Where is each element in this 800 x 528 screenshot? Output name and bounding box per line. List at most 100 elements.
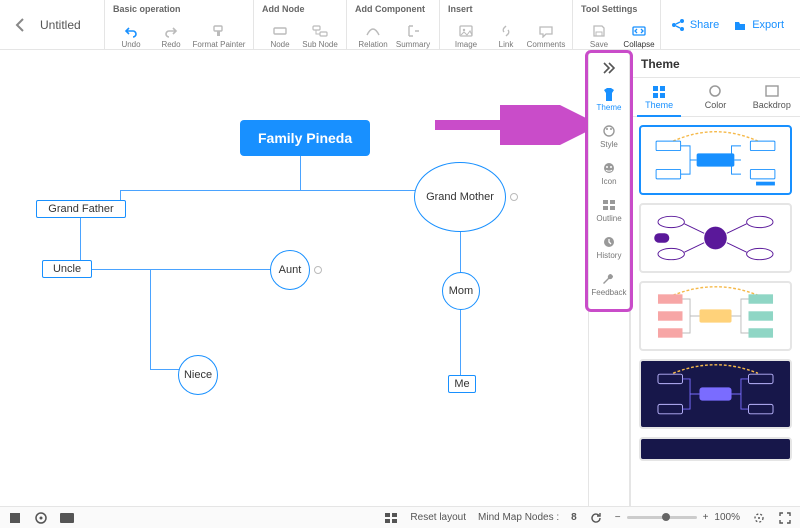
group-title: Basic operation	[111, 2, 247, 17]
undo-button[interactable]: Undo	[111, 17, 151, 49]
group-title: Insert	[446, 2, 566, 17]
node-aunt[interactable]: Aunt	[270, 250, 310, 290]
rail-feedback[interactable]: Feedback	[589, 267, 629, 302]
node-icon	[272, 24, 288, 38]
node-mom[interactable]: Mom	[442, 272, 480, 310]
theme-card-5[interactable]	[639, 437, 792, 461]
zoom-slider[interactable]	[627, 516, 697, 519]
nodes-count: 8	[571, 512, 577, 523]
save-icon	[591, 24, 607, 38]
tab-theme[interactable]: Theme	[631, 78, 687, 116]
theme-card-1[interactable]	[639, 125, 792, 195]
status-icon-1[interactable]	[8, 511, 22, 525]
sidebar-title: Theme	[641, 57, 680, 71]
palette-icon	[601, 124, 617, 138]
undo-icon	[123, 24, 139, 38]
fit-screen-icon[interactable]	[752, 511, 766, 525]
group-title: Add Component	[353, 2, 433, 17]
zoom-out-button[interactable]: −	[615, 512, 621, 523]
insert-comments-button[interactable]: Comments	[526, 17, 566, 49]
refresh-icon[interactable]	[589, 511, 603, 525]
clock-icon	[601, 235, 617, 249]
theme-sidebar: Theme Theme Color Backdrop	[630, 50, 800, 506]
connector	[80, 269, 290, 270]
main-area: Family Pineda Grand Father Grand Mother …	[0, 50, 800, 506]
rail-theme[interactable]: Theme	[589, 82, 629, 117]
rail-collapse-button[interactable]	[589, 56, 629, 80]
relation-icon	[365, 24, 381, 38]
group-title: Tool Settings	[579, 2, 659, 17]
shirt-icon	[601, 87, 617, 101]
connector	[150, 269, 151, 369]
zoom-value: 100%	[714, 512, 740, 523]
connector	[150, 369, 180, 370]
group-add-component: Add Component Relation Summary	[346, 0, 439, 49]
back-button[interactable]	[6, 0, 34, 49]
group-basic-operation: Basic operation Undo Redo Format Painter	[104, 0, 253, 49]
summary-button[interactable]: Summary	[393, 17, 433, 49]
rail-style[interactable]: Style	[589, 119, 629, 154]
node-grand-father[interactable]: Grand Father	[36, 200, 126, 218]
zoom-in-button[interactable]: +	[703, 512, 709, 523]
theme-tab-icon	[651, 84, 667, 98]
export-button[interactable]: Export	[733, 18, 784, 32]
insert-image-button[interactable]: Image	[446, 17, 486, 49]
add-node-button[interactable]: Node	[260, 17, 300, 49]
sidebar-tabs: Theme Color Backdrop	[631, 78, 800, 117]
node-uncle[interactable]: Uncle	[42, 260, 92, 278]
format-painter-button[interactable]: Format Painter	[191, 17, 247, 49]
nodes-label: Mind Map Nodes :	[478, 512, 559, 523]
node-me[interactable]: Me	[448, 375, 476, 393]
toolbar-right: Share Export	[660, 0, 794, 49]
rail-outline[interactable]: Outline	[589, 193, 629, 228]
brush-icon	[211, 24, 227, 38]
status-icon-3[interactable]	[60, 511, 74, 525]
top-toolbar: Untitled Basic operation Undo Redo Forma…	[0, 0, 800, 50]
document-title[interactable]: Untitled	[34, 0, 104, 49]
summary-icon	[405, 24, 421, 38]
reset-layout-icon	[384, 511, 398, 525]
root-node[interactable]: Family Pineda	[240, 120, 370, 156]
theme-card-3[interactable]	[639, 281, 792, 351]
save-button[interactable]: Save	[579, 17, 619, 49]
link-icon	[498, 24, 514, 38]
collapse-icon	[631, 24, 647, 38]
grid-icon	[601, 198, 617, 212]
theme-card-2[interactable]	[639, 203, 792, 273]
image-icon	[458, 24, 474, 38]
rail-icon[interactable]: Icon	[589, 156, 629, 191]
redo-button[interactable]: Redo	[151, 17, 191, 49]
theme-card-4[interactable]	[639, 359, 792, 429]
share-icon	[671, 18, 685, 32]
toolbar-groups: Basic operation Undo Redo Format Painter…	[104, 0, 660, 49]
color-tab-icon	[707, 84, 723, 98]
export-icon	[733, 18, 747, 32]
backdrop-tab-icon	[764, 84, 780, 98]
wrench-icon	[601, 272, 617, 286]
collapse-button[interactable]: Collapse	[619, 17, 659, 49]
tab-color[interactable]: Color	[687, 78, 743, 116]
node-grand-mother[interactable]: Grand Mother	[414, 162, 506, 232]
add-subnode-button[interactable]: Sub Node	[300, 17, 340, 49]
status-icon-2[interactable]	[34, 511, 48, 525]
group-insert: Insert Image Link Comments	[439, 0, 572, 49]
right-rail: Theme Style Icon Outline History Feedbac…	[588, 50, 630, 506]
fullscreen-icon[interactable]	[778, 511, 792, 525]
node-niece[interactable]: Niece	[178, 355, 218, 395]
expand-handle[interactable]	[314, 266, 322, 274]
insert-link-button[interactable]: Link	[486, 17, 526, 49]
comment-icon	[538, 24, 554, 38]
reset-layout-button[interactable]: Reset layout	[410, 512, 466, 523]
group-title: Add Node	[260, 2, 340, 17]
share-button[interactable]: Share	[671, 18, 719, 32]
sidebar-header: Theme	[631, 50, 800, 78]
relation-button[interactable]: Relation	[353, 17, 393, 49]
theme-list	[631, 117, 800, 506]
rail-history[interactable]: History	[589, 230, 629, 265]
connector	[120, 190, 461, 191]
annotation-arrow	[430, 105, 610, 145]
tab-backdrop[interactable]: Backdrop	[744, 78, 800, 116]
smile-icon	[601, 161, 617, 175]
status-bar: Reset layout Mind Map Nodes : 8 − + 100%	[0, 506, 800, 528]
expand-handle[interactable]	[510, 193, 518, 201]
